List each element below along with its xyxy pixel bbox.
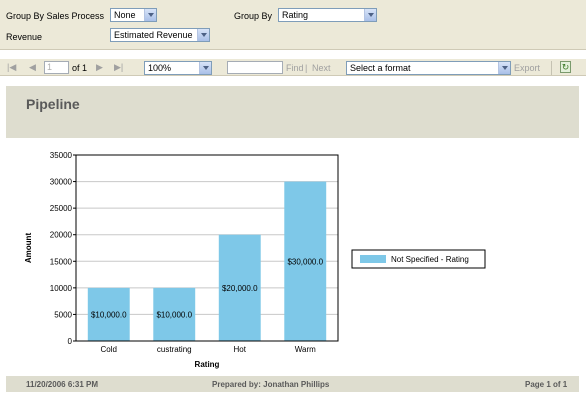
chevron-down-icon[interactable] bbox=[197, 29, 209, 41]
export-format-placeholder: Select a format bbox=[350, 63, 411, 73]
next-page-icon[interactable]: ▶ bbox=[96, 62, 103, 73]
y-tick-label: 20000 bbox=[50, 231, 73, 240]
y-tick-label: 25000 bbox=[50, 204, 73, 213]
x-tick-label: Warm bbox=[295, 345, 316, 354]
toolbar-divider bbox=[551, 61, 552, 75]
chevron-down-icon[interactable] bbox=[364, 9, 376, 21]
footer-page: Page 1 of 1 bbox=[525, 380, 568, 389]
page-count-text: of 1 bbox=[72, 63, 88, 73]
chevron-down-icon[interactable] bbox=[199, 62, 211, 74]
report-toolbar: |◀ ◀ 1 of 1 ▶ ▶| 100% Find | Next Select… bbox=[0, 58, 586, 76]
zoom-dropdown[interactable]: 100% bbox=[144, 61, 212, 75]
y-tick-label: 5000 bbox=[54, 310, 72, 319]
find-next-separator: | bbox=[305, 63, 308, 73]
previous-page-icon[interactable]: ◀ bbox=[29, 62, 36, 73]
y-tick-label: 10000 bbox=[50, 284, 73, 293]
bar-data-label: $10,000.0 bbox=[156, 310, 192, 319]
revenue-label: Revenue bbox=[6, 32, 43, 42]
x-tick-label: Hot bbox=[234, 345, 247, 354]
y-tick-label: 0 bbox=[68, 337, 73, 346]
footer-date: 11/20/2006 6:31 PM bbox=[26, 380, 99, 389]
bar-data-label: $10,000.0 bbox=[91, 310, 127, 319]
group-by-label: Group By bbox=[234, 11, 273, 21]
page-number-input[interactable]: 1 bbox=[44, 61, 69, 74]
legend-label: Not Specified - Rating bbox=[391, 255, 469, 264]
y-tick-label: 35000 bbox=[50, 151, 73, 160]
x-axis-title: Rating bbox=[195, 360, 220, 369]
bar-data-label: $20,000.0 bbox=[222, 284, 258, 293]
footer-prepared-by: Prepared by: Jonathan Phillips bbox=[212, 380, 330, 389]
chart-canvas: 0 5000 10000 15000 20000 25000 30000 35000 $10,0… bbox=[24, 151, 486, 369]
export-link[interactable]: Export bbox=[514, 63, 540, 73]
export-format-dropdown[interactable]: Select a format bbox=[346, 61, 511, 75]
x-tick-label: Cold bbox=[101, 345, 117, 354]
y-axis-title: Amount bbox=[24, 233, 33, 264]
parameter-area: Group By Sales Process None Group By Rat… bbox=[0, 0, 586, 50]
group-by-value: Rating bbox=[282, 10, 309, 20]
y-tick-label: 30000 bbox=[50, 178, 73, 187]
zoom-value: 100% bbox=[148, 63, 172, 73]
bar-data-label: $30,000.0 bbox=[287, 257, 323, 266]
chevron-down-icon[interactable] bbox=[144, 9, 156, 21]
last-page-icon[interactable]: ▶| bbox=[114, 62, 123, 73]
report-footer: 11/20/2006 6:31 PM Prepared by: Jonathan… bbox=[6, 376, 579, 392]
find-link[interactable]: Find bbox=[286, 63, 304, 73]
y-tick-label: 15000 bbox=[50, 257, 73, 266]
chevron-down-icon[interactable] bbox=[498, 62, 510, 74]
group-by-dropdown[interactable]: Rating bbox=[278, 8, 377, 22]
refresh-icon[interactable]: ↻ bbox=[560, 61, 571, 73]
report-title: Pipeline bbox=[26, 96, 80, 112]
first-page-icon[interactable]: |◀ bbox=[7, 62, 16, 73]
group-by-sales-process-label: Group By Sales Process bbox=[6, 11, 105, 21]
find-text-input[interactable] bbox=[227, 61, 283, 74]
legend-swatch bbox=[360, 255, 386, 263]
group-by-sales-process-value: None bbox=[114, 10, 136, 20]
report-header: Pipeline bbox=[6, 86, 579, 138]
group-by-sales-process-dropdown[interactable]: None bbox=[110, 8, 157, 22]
revenue-value: Estimated Revenue bbox=[114, 30, 193, 40]
pipeline-chart: 0 5000 10000 15000 20000 25000 30000 35000 $10,0… bbox=[0, 145, 586, 375]
revenue-dropdown[interactable]: Estimated Revenue bbox=[110, 28, 210, 42]
x-tick-label: custrating bbox=[157, 345, 192, 354]
next-link[interactable]: Next bbox=[312, 63, 331, 73]
